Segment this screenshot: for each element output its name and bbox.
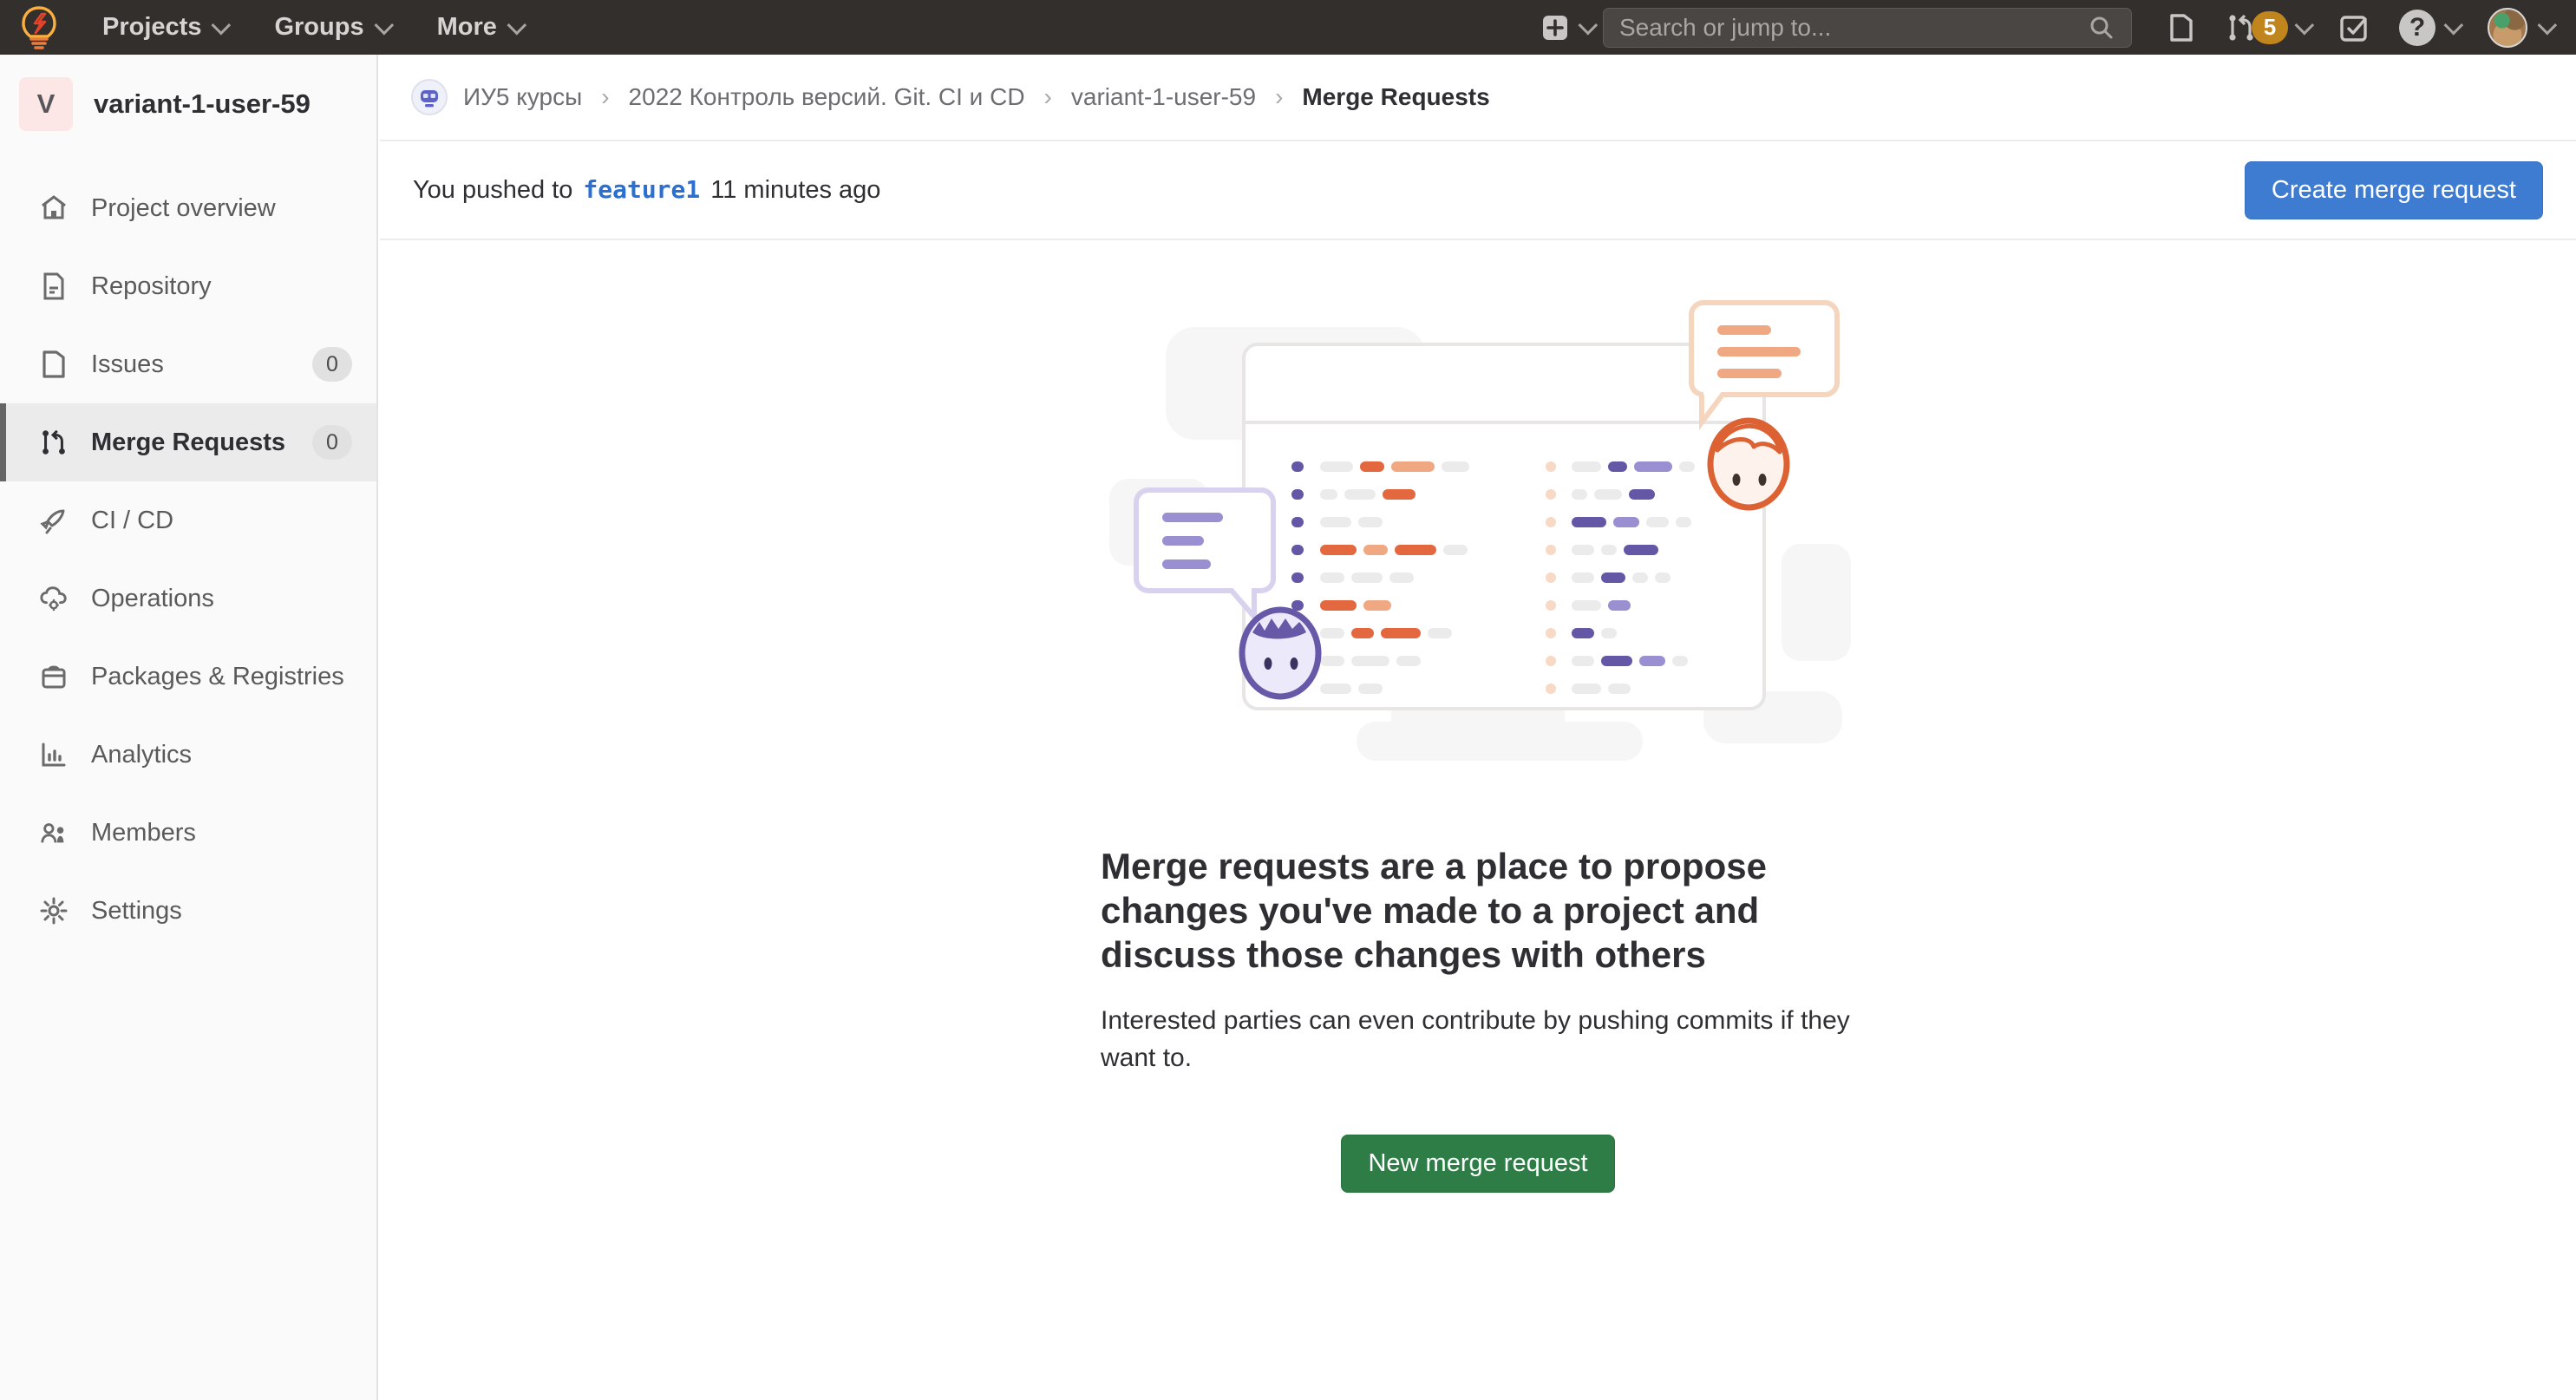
- todos-icon[interactable]: [2338, 12, 2370, 43]
- sidebar-item-repository[interactable]: Repository: [0, 247, 376, 325]
- sidebar-item-project-overview[interactable]: Project overview: [0, 169, 376, 247]
- menu-more-label: More: [437, 13, 497, 42]
- chevron-down-icon[interactable]: [2444, 15, 2464, 35]
- breadcrumb-separator: ›: [598, 83, 612, 111]
- chevron-down-icon[interactable]: [2538, 15, 2558, 35]
- push-banner-prefix: You pushed to: [413, 176, 572, 205]
- issues-icon: [39, 350, 69, 379]
- sidebar-item-label: CI / CD: [91, 507, 352, 535]
- chevron-down-icon[interactable]: [1579, 15, 1599, 35]
- sidebar-item-label: Issues: [91, 350, 290, 379]
- project-sidebar: V variant-1-user-59 Project overview Rep…: [0, 55, 378, 1400]
- breadcrumb-group[interactable]: ИУ5 курсы: [463, 83, 582, 111]
- sidebar-item-settings[interactable]: Settings: [0, 872, 376, 950]
- sidebar-item-merge-requests[interactable]: Merge Requests 0: [0, 403, 376, 481]
- project-header[interactable]: V variant-1-user-59: [0, 55, 376, 157]
- sidebar-item-ci-cd[interactable]: CI / CD: [0, 481, 376, 559]
- sidebar-item-label: Repository: [91, 272, 352, 301]
- chevron-down-icon: [374, 15, 394, 35]
- package-icon: [39, 662, 69, 691]
- repository-icon: [39, 271, 69, 301]
- push-banner-time: 11 minutes ago: [710, 176, 880, 205]
- merge-request-count-badge: 5: [2252, 11, 2288, 44]
- sidebar-item-analytics[interactable]: Analytics: [0, 716, 376, 794]
- cloud-gear-icon: [39, 584, 69, 613]
- sidebar-item-packages[interactable]: Packages & Registries: [0, 638, 376, 716]
- search-input[interactable]: [1619, 14, 2088, 42]
- breadcrumb-project[interactable]: variant-1-user-59: [1071, 83, 1256, 111]
- sidebar-item-label: Members: [91, 819, 352, 847]
- menu-more[interactable]: More: [437, 13, 521, 42]
- new-item-plus-icon[interactable]: [1540, 13, 1570, 43]
- app-logo-lightbulb-icon[interactable]: [19, 5, 59, 50]
- navbar-merge-requests[interactable]: 5: [2226, 11, 2309, 44]
- chart-icon: [39, 740, 69, 769]
- merge-request-illustration: [1096, 292, 1860, 761]
- merge-requests-count-badge: 0: [312, 425, 352, 460]
- main-content: ИУ5 курсы › 2022 Контроль версий. Git. C…: [380, 0, 2576, 1193]
- merge-request-icon: [39, 428, 69, 457]
- help-icon[interactable]: ?: [2399, 10, 2435, 46]
- search-icon[interactable]: [2088, 14, 2115, 42]
- sidebar-item-operations[interactable]: Operations: [0, 559, 376, 638]
- project-name: variant-1-user-59: [94, 88, 311, 120]
- top-navbar: Projects Groups More: [0, 0, 2576, 55]
- breadcrumb-subgroup[interactable]: 2022 Контроль версий. Git. CI и CD: [629, 83, 1025, 111]
- create-merge-request-button[interactable]: Create merge request: [2245, 161, 2543, 219]
- push-event-banner: You pushed to feature1 11 minutes ago Cr…: [380, 141, 2576, 240]
- global-search: [1603, 8, 2132, 48]
- sidebar-item-label: Analytics: [91, 741, 352, 769]
- chevron-down-icon: [212, 15, 232, 35]
- breadcrumb-separator: ›: [1272, 83, 1286, 111]
- project-avatar: V: [19, 77, 73, 131]
- group-avatar-robot-icon: [411, 79, 448, 115]
- user-avatar[interactable]: [2488, 8, 2527, 48]
- home-icon: [39, 193, 69, 223]
- sidebar-item-members[interactable]: Members: [0, 794, 376, 872]
- main-menu: Projects Groups More: [102, 13, 521, 42]
- sidebar-item-label: Operations: [91, 585, 352, 613]
- sidebar-item-issues[interactable]: Issues 0: [0, 325, 376, 403]
- breadcrumb: ИУ5 курсы › 2022 Контроль версий. Git. C…: [380, 55, 2576, 141]
- merge-requests-empty-state: Merge requests are a place to propose ch…: [1101, 240, 1855, 1193]
- menu-groups[interactable]: Groups: [274, 13, 388, 42]
- menu-projects[interactable]: Projects: [102, 13, 226, 42]
- empty-state-title: Merge requests are a place to propose ch…: [1101, 844, 1855, 978]
- breadcrumb-separator: ›: [1041, 83, 1056, 111]
- rocket-icon: [39, 506, 69, 535]
- navbar-issues-icon[interactable]: [2167, 12, 2196, 43]
- menu-groups-label: Groups: [274, 13, 363, 42]
- sidebar-item-label: Settings: [91, 897, 352, 926]
- sidebar-item-label: Merge Requests: [91, 429, 290, 457]
- sidebar-item-label: Project overview: [91, 194, 352, 223]
- new-merge-request-button[interactable]: New merge request: [1341, 1135, 1614, 1193]
- breadcrumb-current-page: Merge Requests: [1302, 83, 1489, 111]
- users-icon: [39, 818, 69, 847]
- empty-state-description: Interested parties can even contribute b…: [1101, 1002, 1855, 1077]
- sidebar-item-label: Packages & Registries: [91, 663, 352, 691]
- issues-count-badge: 0: [312, 347, 352, 382]
- chevron-down-icon: [2295, 15, 2315, 35]
- branch-link[interactable]: feature1: [583, 175, 700, 204]
- gear-icon: [39, 896, 69, 926]
- menu-projects-label: Projects: [102, 13, 201, 42]
- chevron-down-icon: [507, 15, 526, 35]
- sidebar-nav: Project overview Repository Issues 0: [0, 169, 376, 950]
